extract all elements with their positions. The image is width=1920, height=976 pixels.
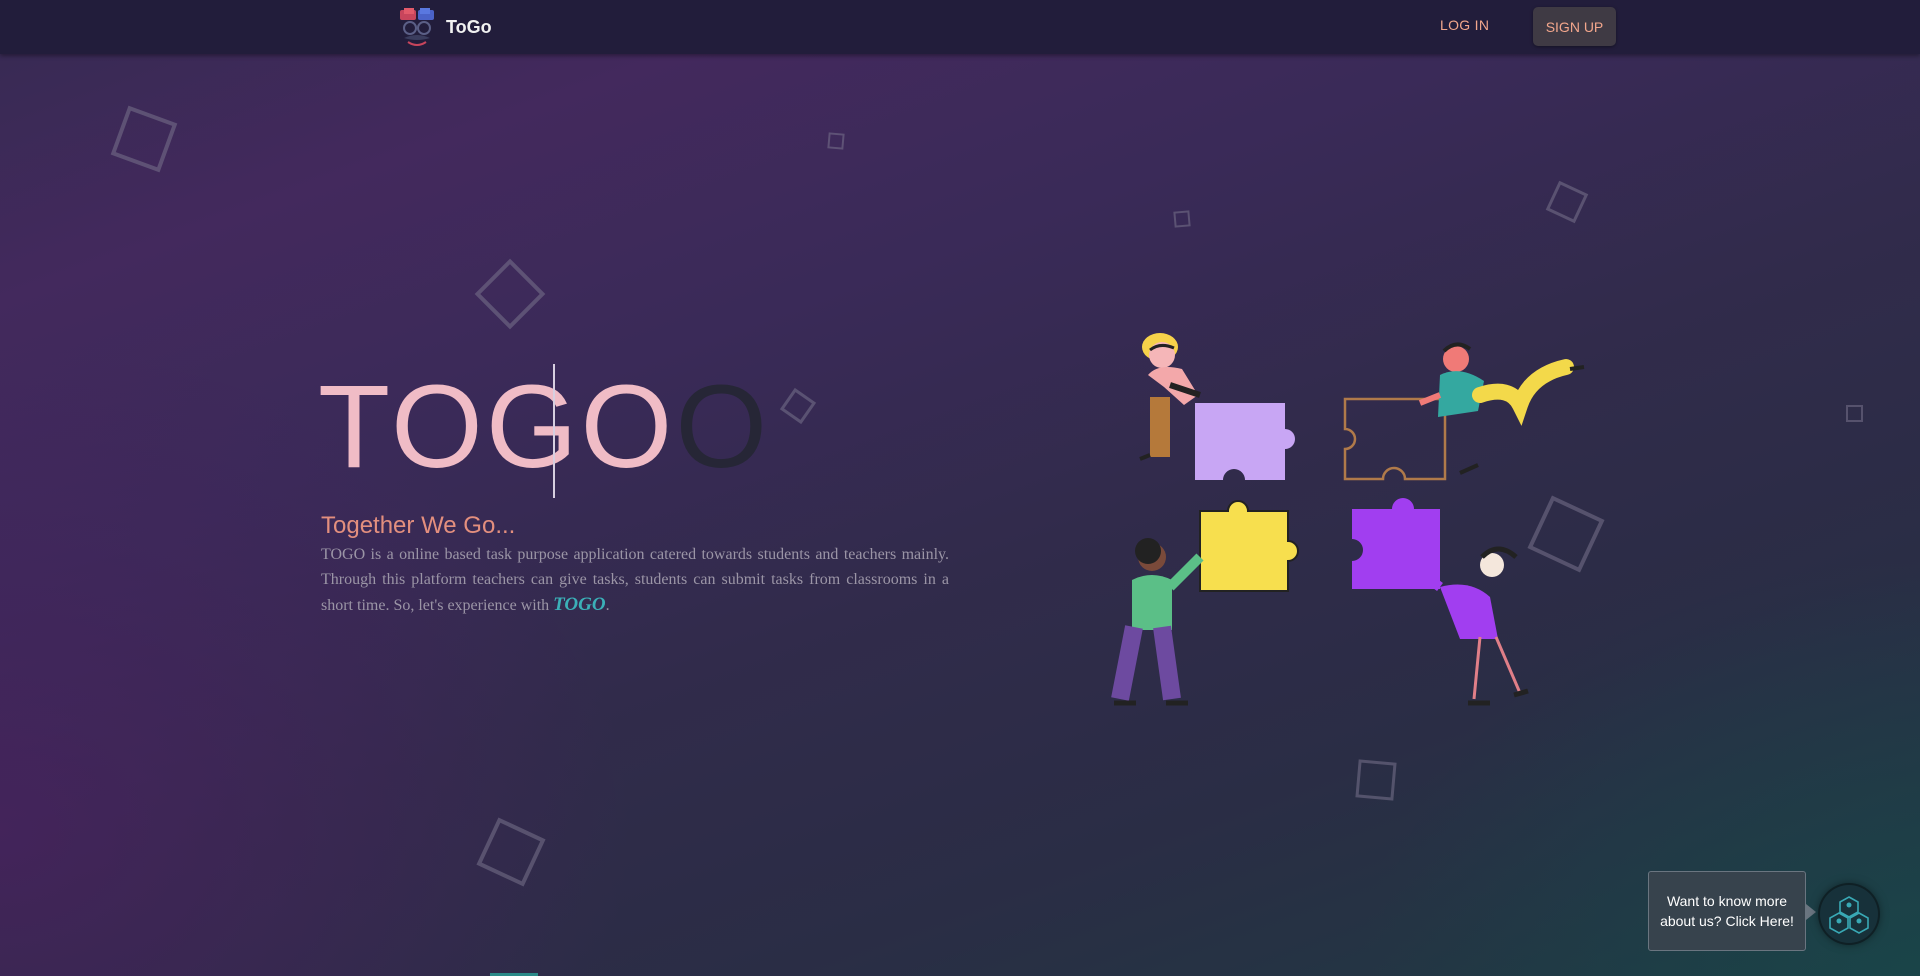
about-us-bubble[interactable]: Want to know more about us? Click Here! — [1648, 871, 1816, 951]
togo-logo-icon — [400, 8, 434, 46]
deco-square — [1846, 405, 1863, 422]
hero-description-text: TOGO is a online based task purpose appl… — [321, 546, 949, 614]
deco-square — [476, 817, 546, 887]
deco-square — [1545, 180, 1589, 224]
navbar: ToGo LOG IN SIGN UP — [0, 0, 1920, 54]
about-us-button[interactable] — [1820, 885, 1878, 943]
puzzle-piece-yellow — [1199, 500, 1299, 592]
hero-description: TOGO is a online based task purpose appl… — [321, 542, 949, 618]
person-top-left — [1139, 333, 1201, 461]
deco-square — [779, 387, 817, 425]
puzzle-team-illustration — [1111, 333, 1585, 706]
background-glow — [0, 0, 1920, 976]
deco-square — [110, 105, 178, 173]
brand-name: ToGo — [446, 16, 492, 37]
hero-description-brand: TOGO — [553, 594, 606, 615]
signup-button[interactable]: SIGN UP — [1533, 7, 1616, 46]
brand-link[interactable]: ToGo — [398, 6, 492, 48]
deco-square — [474, 258, 546, 330]
deco-square — [827, 132, 845, 150]
login-link[interactable]: LOG IN — [1440, 17, 1489, 33]
puzzle-piece-outline — [1343, 397, 1447, 481]
hero-title: TOGOO — [318, 362, 770, 492]
hero-description-end: . — [605, 597, 610, 614]
team-icon — [1829, 896, 1869, 934]
hero-title-rest: O — [675, 361, 771, 493]
puzzle-piece-lavender — [1195, 403, 1295, 480]
person-bottom-left — [1111, 538, 1204, 706]
deco-square — [1173, 210, 1191, 228]
hero-tagline: Together We Go... — [321, 512, 516, 539]
hero-title-typed: TOGO — [318, 361, 676, 493]
deco-square — [1355, 759, 1397, 801]
typing-caret — [553, 364, 555, 498]
